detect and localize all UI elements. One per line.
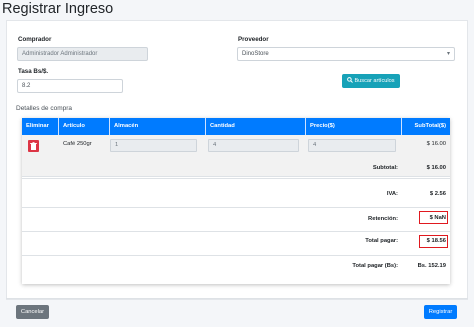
rate-input[interactable]: 8.2	[17, 79, 123, 93]
chevron-down-icon: ▾	[446, 51, 450, 57]
search-articles-label: Buscar artículos	[354, 78, 395, 84]
search-icon	[347, 77, 354, 83]
col-articulo: Artículo	[59, 118, 110, 135]
col-subtotal: SubTotal($)	[414, 123, 446, 129]
iva-label: IVA:	[386, 191, 398, 197]
supplier-label: Proveedor	[238, 36, 269, 43]
footer-divider	[6, 298, 468, 299]
retention-label: Retención:	[368, 216, 398, 222]
row-article: Café 250gr	[63, 141, 92, 147]
cancel-button[interactable]: Cancelar	[16, 305, 49, 319]
supplier-value: DinoStore	[242, 51, 269, 57]
warehouse-input[interactable]: 1	[110, 139, 197, 152]
total-row-subtotal: Subtotal: $ 16.00	[22, 157, 450, 179]
subtotal-value: $ 16.00	[426, 165, 446, 171]
price-input[interactable]: 4	[308, 139, 396, 152]
total-bs-value: Bs. 152.19	[417, 263, 446, 269]
save-button[interactable]: Registrar	[424, 305, 457, 319]
col-cantidad: Cantidad	[206, 118, 306, 135]
col-precio: Precio($)	[306, 118, 402, 135]
details-table: Eliminar Artículo Almacén Cantidad Preci…	[22, 118, 450, 284]
rate-label: Tasa Bs/$.	[18, 68, 49, 75]
delete-row-button[interactable]	[28, 140, 39, 152]
col-eliminar: Eliminar	[22, 118, 59, 135]
total-row-pay: Total pagar: $ 18.56	[22, 232, 450, 256]
subtotal-label: Subtotal:	[372, 165, 398, 171]
total-pay-value: $ 18.56	[426, 238, 446, 244]
total-row-iva: IVA: $ 2.56	[22, 179, 450, 208]
iva-value: $ 2.56	[429, 191, 446, 197]
total-bs-label: Total pagar (Bs):	[352, 263, 398, 269]
row-subtotal: $ 16.00	[426, 141, 446, 147]
search-articles-button[interactable]: Buscar artículos	[342, 74, 400, 88]
buyer-field[interactable]: Administrador Administrador	[17, 47, 148, 61]
supplier-select[interactable]: DinoStore ▾	[237, 47, 455, 61]
quantity-input[interactable]: 4	[208, 139, 299, 152]
col-almacen: Almacén	[110, 118, 206, 135]
buyer-label: Comprador	[18, 36, 52, 43]
total-row-bs: Total pagar (Bs): Bs. 152.19	[22, 256, 450, 284]
retention-value: $ NaN	[429, 215, 446, 221]
details-title: Detalles de compra	[16, 105, 72, 112]
page-title: Registrar Ingreso	[2, 1, 114, 17]
total-pay-label: Total pagar:	[365, 238, 398, 244]
trash-icon	[30, 142, 37, 150]
total-row-retention: Retención: $ NaN	[22, 208, 450, 232]
table-header: Eliminar Artículo Almacén Cantidad Preci…	[22, 118, 450, 135]
